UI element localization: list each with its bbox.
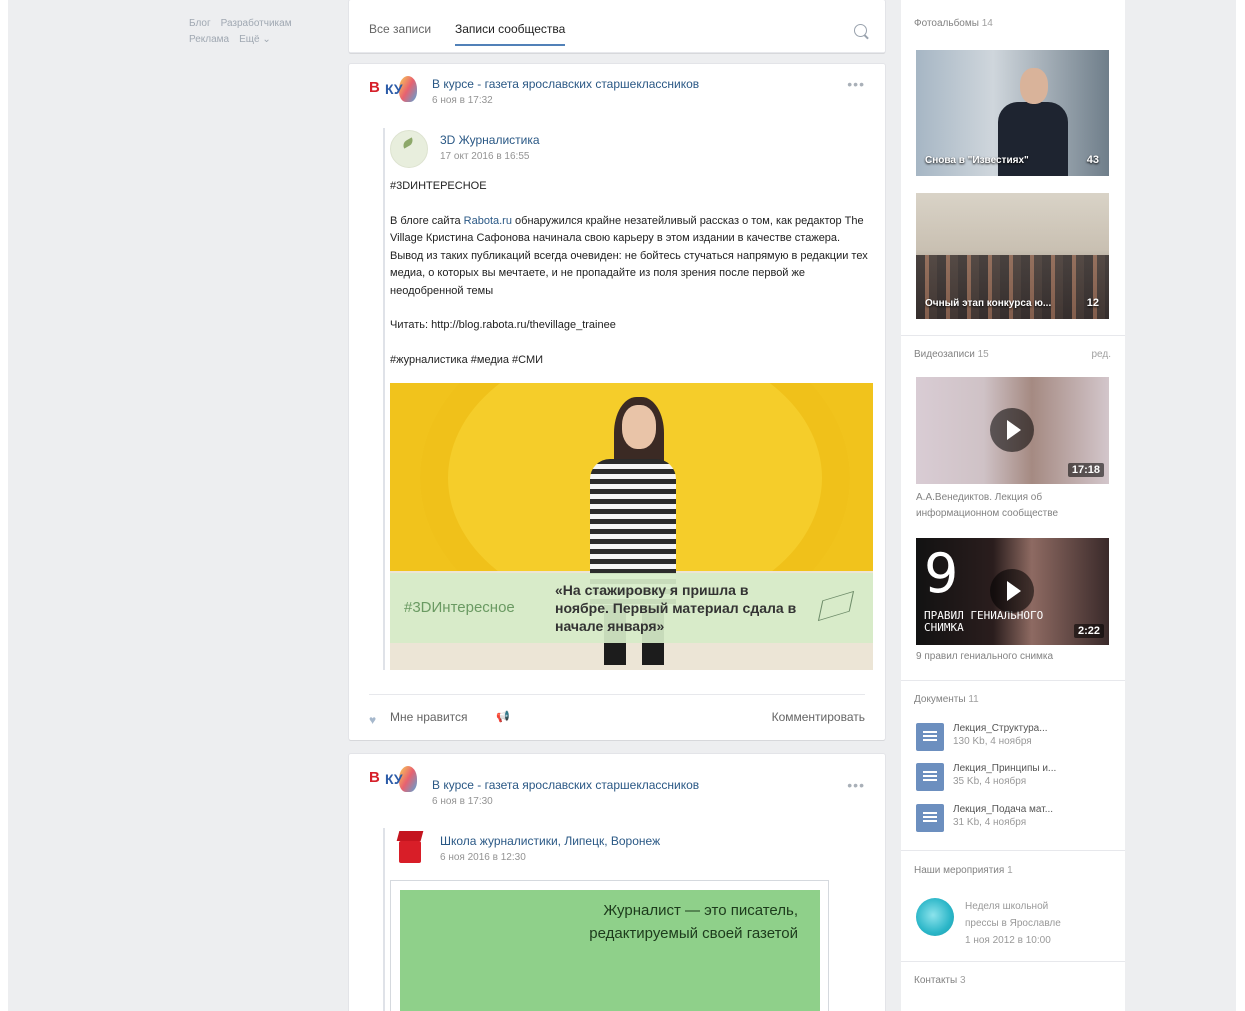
footer-ads-link[interactable]: Реклама: [189, 34, 229, 45]
post-paragraph: В блоге сайта Rabota.ru обнаружился край…: [390, 214, 868, 297]
album-count: 43: [1086, 154, 1099, 166]
section-title[interactable]: Наши мероприятия 1: [914, 865, 1013, 876]
school-avatar[interactable]: [395, 831, 425, 865]
event-item[interactable]: Неделя школьной прессы в Ярославле 1 ноя…: [965, 898, 1061, 949]
events-section: Наши мероприятия 1 Неделя школьной пресс…: [901, 851, 1125, 962]
document-meta: 31 Kb, 4 ноября: [953, 817, 1027, 828]
wall-tabs: Все записи Записи сообщества: [349, 0, 885, 53]
edit-link[interactable]: ред.: [1091, 349, 1111, 360]
section-title[interactable]: Контакты 3: [914, 975, 966, 986]
hashtag[interactable]: #3DИНТЕРЕСНОЕ: [390, 178, 875, 196]
tab-all-posts[interactable]: Все записи: [369, 22, 431, 36]
document-icon: [916, 763, 944, 791]
image-quote: Журналист — это писатель, редактируемый …: [589, 902, 798, 942]
rabota-link[interactable]: Rabota.ru: [464, 215, 512, 227]
like-button[interactable]: Мне нравится: [390, 710, 468, 724]
video-number: 9: [924, 542, 959, 605]
document-meta: 130 Kb, 4 ноября: [953, 736, 1032, 747]
album-title: Снова в "Известиях": [925, 155, 1029, 166]
contacts-section: Контакты 3: [901, 962, 1125, 1011]
play-icon[interactable]: [990, 408, 1034, 452]
paper-plane-icon: [817, 590, 855, 622]
document-meta: 35 Kb, 4 ноября: [953, 776, 1027, 787]
post-author[interactable]: В курсе - газета ярославских старшекласс…: [432, 77, 699, 91]
video-duration: 2:22: [1073, 624, 1104, 638]
photo-hashtag: #3DИнтересное: [404, 599, 515, 616]
wall-post: В КУ В курсе - газета ярославских старшек…: [349, 754, 885, 1011]
photo-album[interactable]: Снова в "Известиях" 43: [916, 50, 1109, 176]
play-icon[interactable]: [990, 569, 1034, 613]
album-title: Очный этап конкурса ю...: [925, 298, 1052, 309]
post-date[interactable]: 6 ноя в 17:30: [432, 796, 493, 807]
photo-quote: «На стажировку я пришла в ноябре. Первый…: [555, 582, 797, 634]
video-caption[interactable]: А.А.Венедиктов. Лекция об информационном…: [916, 490, 1116, 522]
document-name: Лекция_Принципы и...: [953, 763, 1057, 774]
footer-blog-link[interactable]: Блог: [189, 18, 211, 29]
video-thumbnail[interactable]: 9 ПРАВИЛ ГЕНИАЛЬНОГО СНИМКА 2:22: [916, 538, 1109, 645]
video-thumbnail[interactable]: 17:18: [916, 377, 1109, 484]
more-icon[interactable]: •••: [847, 76, 865, 92]
group-logo[interactable]: В КУ: [369, 764, 419, 800]
document-icon: [916, 804, 944, 832]
repost-date[interactable]: 6 ноя 2016 в 12:30: [440, 852, 526, 863]
post-image[interactable]: Журналист — это писатель, редактируемый …: [390, 880, 829, 1011]
document-item[interactable]: Лекция_Подача мат... 31 Kb, 4 ноября: [916, 804, 1116, 838]
videos-section: Видеозаписи 15 ред. 17:18 А.А.Венедиктов…: [901, 336, 1125, 681]
post-date[interactable]: 6 ноя в 17:32: [432, 95, 493, 106]
search-icon[interactable]: [854, 24, 867, 37]
heart-icon[interactable]: ♥: [369, 713, 381, 727]
wall-post: В КУ В курсе - газета ярославских старшек…: [349, 64, 885, 740]
page-frame: Блог Разработчикам Реклама Ещё ⌄ Все запис…: [8, 0, 1236, 1011]
document-icon: [916, 723, 944, 751]
section-title[interactable]: Фотоальбомы 14: [914, 18, 993, 29]
tab-community-posts[interactable]: Записи сообщества: [455, 22, 566, 46]
logo-letters: КУ: [385, 81, 403, 97]
document-name: Лекция_Подача мат...: [953, 804, 1054, 815]
share-icon[interactable]: 📢: [496, 710, 510, 723]
video-overlay-text: ПРАВИЛ ГЕНИАЛЬНОГО СНИМКА: [924, 609, 1044, 634]
document-item[interactable]: Лекция_Структура... 130 Kb, 4 ноября: [916, 723, 1116, 757]
document-name: Лекция_Структура...: [953, 723, 1048, 734]
repost-avatar[interactable]: [390, 130, 428, 168]
event-avatar[interactable]: [916, 898, 954, 936]
section-title[interactable]: Документы 11: [914, 694, 979, 705]
logo-letter: В: [369, 769, 380, 786]
logo-letter: В: [369, 79, 380, 96]
logo-letters: КУ: [385, 771, 403, 787]
left-footer: Блог Разработчикам Реклама Ещё ⌄: [189, 16, 302, 48]
comment-button[interactable]: Комментировать: [772, 710, 865, 724]
group-logo[interactable]: В КУ: [369, 74, 419, 110]
post-tags[interactable]: #журналистика #медиа #СМИ: [390, 352, 875, 370]
footer-developers-link[interactable]: Разработчикам: [221, 18, 292, 29]
repost-divider: [383, 128, 385, 670]
photo-album[interactable]: Очный этап конкурса ю... 12: [916, 193, 1109, 319]
repost-author[interactable]: Школа журналистики, Липецк, Воронеж: [440, 834, 660, 848]
video-caption[interactable]: 9 правил гениального снимка: [916, 649, 1116, 665]
repost-date[interactable]: 17 окт 2016 в 16:55: [440, 151, 529, 162]
post-author[interactable]: В курсе - газета ярославских старшекласс…: [432, 778, 699, 792]
album-count: 12: [1086, 297, 1099, 309]
photo-banner: #3DИнтересное «На стажировку я пришла в …: [390, 573, 873, 643]
document-item[interactable]: Лекция_Принципы и... 35 Kb, 4 ноября: [916, 763, 1116, 797]
post-text: #3DИНТЕРЕСНОЕ В блоге сайта Rabota.ru об…: [390, 178, 875, 369]
video-duration: 17:18: [1067, 463, 1104, 477]
read-link-line[interactable]: Читать: http://blog.rabota.ru/thevillage…: [390, 317, 875, 335]
post-photo[interactable]: #3DИнтересное «На стажировку я пришла в …: [390, 383, 873, 670]
repost-author[interactable]: 3D Журналистика: [440, 133, 540, 147]
repost-divider: [383, 828, 385, 1011]
footer-more-link[interactable]: Ещё ⌄: [239, 34, 271, 45]
more-icon[interactable]: •••: [847, 777, 865, 793]
photo-albums-section: Фотоальбомы 14 Снова в "Известиях" 43 Оч…: [901, 0, 1125, 336]
section-title[interactable]: Видеозаписи 15: [914, 349, 989, 360]
post-actions: ♥ Мне нравится 📢 Комментировать: [369, 694, 865, 727]
documents-section: Документы 11 Лекция_Структура... 130 Kb,…: [901, 681, 1125, 851]
